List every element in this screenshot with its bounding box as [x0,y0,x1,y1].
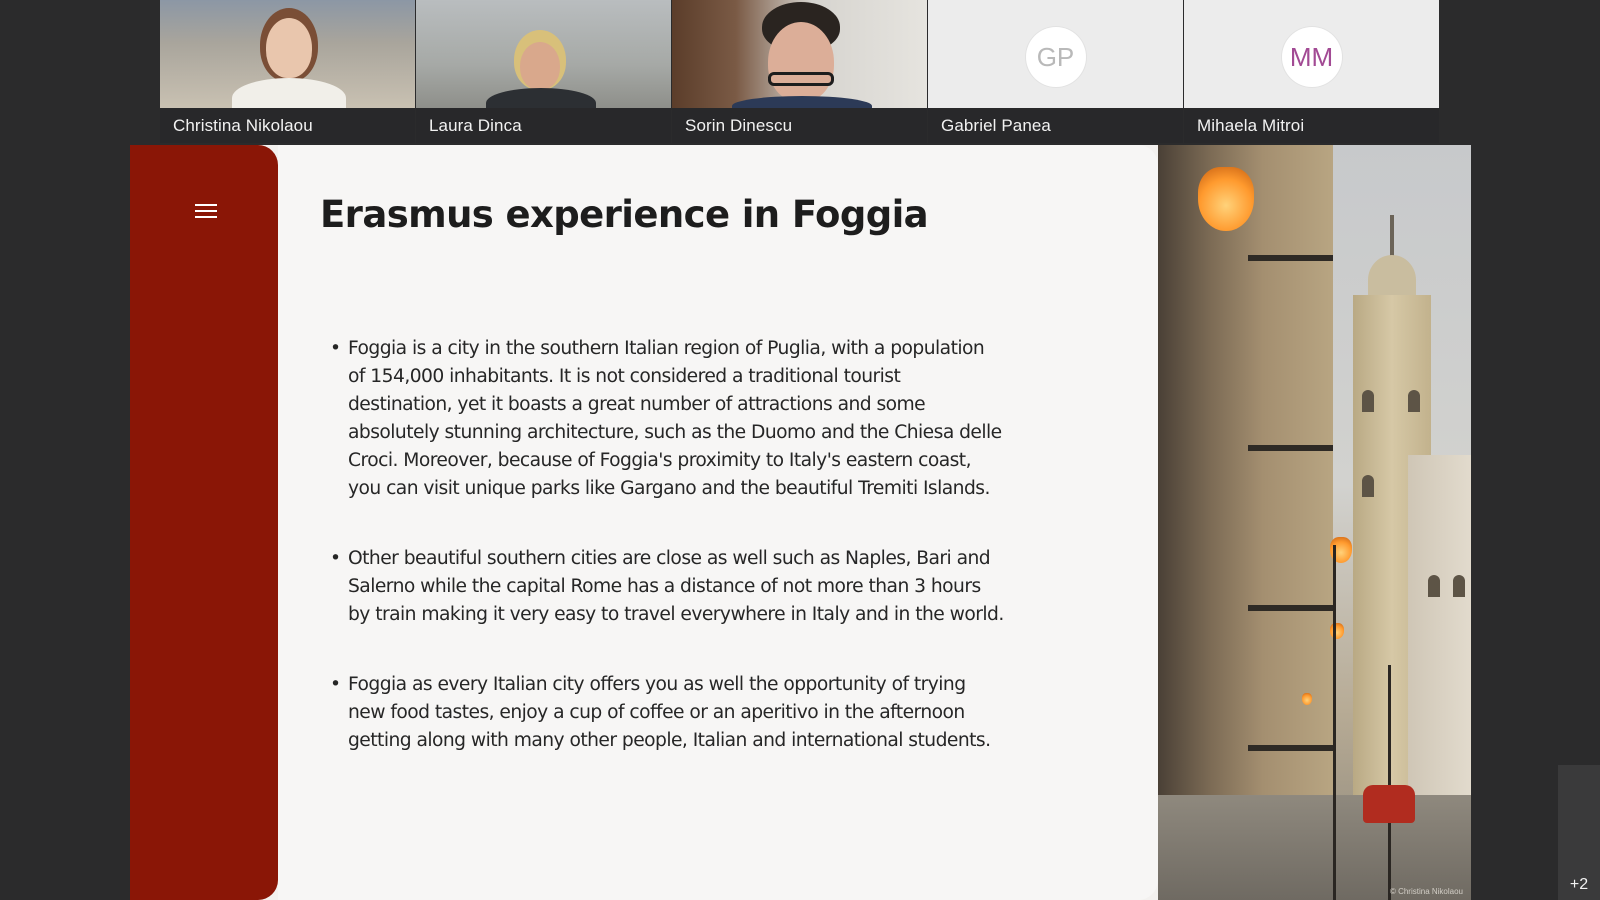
participant-name-bar: Christina Nikolaou [160,108,415,143]
more-participants-button[interactable]: +2 [1558,765,1600,900]
meeting-stage: Christina Nikolaou Laura Dinca Sorin Din… [0,0,1600,900]
participant-strip: Christina Nikolaou Laura Dinca Sorin Din… [160,0,1440,143]
avatar-initials: GP [1036,41,1075,72]
participant-name: Christina Nikolaou [173,115,313,135]
slide-bullet: Other beautiful southern cities are clos… [330,545,1005,629]
shared-slide: Erasmus experience in Foggia Foggia is a… [130,145,1471,900]
participant-tile-christina[interactable]: Christina Nikolaou [160,0,415,143]
participant-name: Mihaela Mitroi [1197,115,1305,135]
slide-title: Erasmus experience in Foggia [320,193,929,236]
participant-tile-sorin[interactable]: Sorin Dinescu [672,0,927,143]
participant-name-bar: Laura Dinca [416,108,671,143]
more-participants-count: +2 [1569,876,1589,893]
foggia-street-photo: © Christina Nikolaou [1158,145,1471,900]
participant-tile-mihaela[interactable]: MM Mihaela Mitroi [1184,0,1439,143]
participant-tile-laura[interactable]: Laura Dinca [416,0,671,143]
slide-bullet: Foggia is a city in the southern Italian… [330,335,1005,503]
participant-name: Sorin Dinescu [685,115,793,135]
participant-video [160,0,415,108]
slide-bullet: Foggia as every Italian city offers you … [330,671,1005,755]
participant-avatar-area: GP [928,0,1183,108]
participant-avatar-area: MM [1184,0,1439,108]
hamburger-menu-icon[interactable] [195,204,217,220]
participant-name-bar: Sorin Dinescu [672,108,927,143]
participant-video [672,0,927,108]
participant-name-bar: Gabriel Panea [928,108,1183,143]
slide-bullet-list: Foggia is a city in the southern Italian… [330,335,1005,797]
participant-name: Laura Dinca [429,115,522,135]
participant-name-bar: Mihaela Mitroi [1184,108,1439,143]
avatar: MM [1281,27,1342,87]
participant-video [416,0,671,108]
avatar-initials: MM [1289,41,1334,72]
red-car [1363,785,1415,823]
participant-name: Gabriel Panea [941,115,1051,135]
avatar: GP [1025,27,1086,87]
photo-credit: © Christina Nikolaou [1389,887,1463,896]
participant-tile-gabriel[interactable]: GP Gabriel Panea [928,0,1183,143]
slide-accent-sidebar [130,145,278,900]
